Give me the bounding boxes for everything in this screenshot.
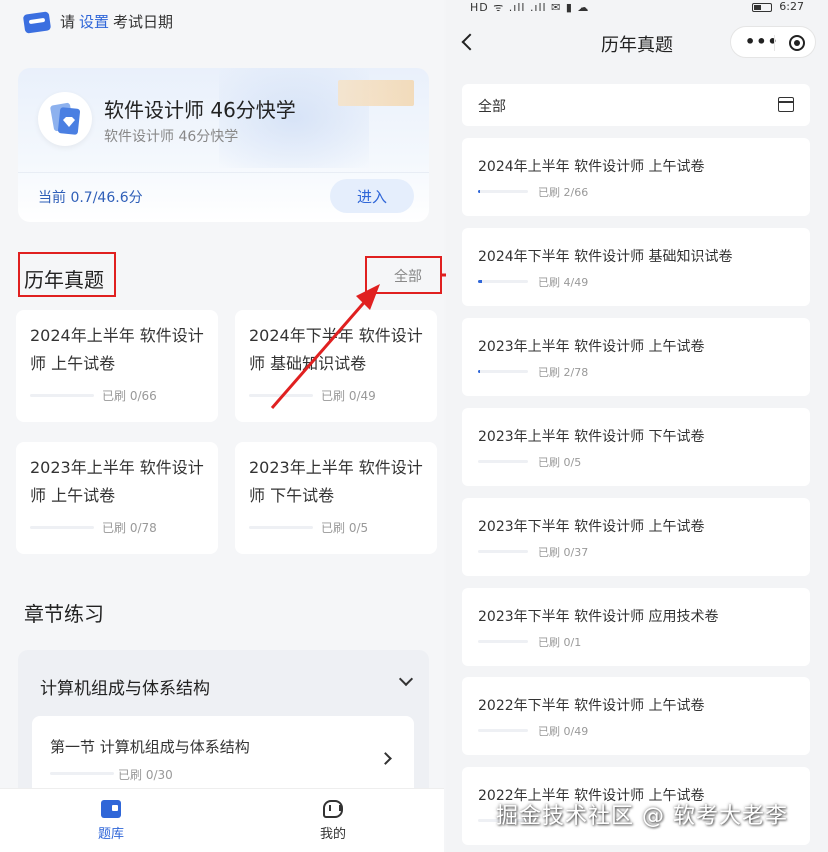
paper-title: 2023年下半年 软件设计师 应用技术卷	[478, 609, 719, 625]
paper-list-item[interactable]: 2023年上半年 软件设计师 下午试卷已刷 0/5	[462, 408, 810, 486]
paper-list-item[interactable]: 2023年下半年 软件设计师 应用技术卷已刷 0/1	[462, 588, 810, 666]
paper-list-item[interactable]: 2024年上半年 软件设计师 上午试卷已刷 2/66	[462, 138, 810, 216]
paper-count: 已刷 0/5	[538, 456, 582, 469]
paper-progress-bar	[249, 526, 313, 529]
chapter-group-title: 计算机组成与体系结构	[40, 679, 210, 699]
paper-list-item[interactable]: 2022年下半年 软件设计师 上午试卷已刷 0/49	[462, 677, 810, 755]
paper-progress-bar	[478, 190, 528, 193]
section-count: 已刷 0/30	[118, 768, 173, 782]
calendar-icon	[22, 10, 52, 34]
paper-count: 已刷 2/66	[538, 186, 589, 199]
paper-count: 已刷 2/78	[538, 366, 589, 379]
tab-label: 我的	[319, 827, 346, 842]
paper-count: 已刷 0/49	[538, 725, 589, 738]
calendar-icon[interactable]	[778, 97, 794, 112]
paper-title: 2023年上半年 软件设计师 下午试卷	[249, 458, 423, 505]
paper-list-item[interactable]: 2024年下半年 软件设计师 基础知识试卷已刷 4/49	[462, 228, 810, 306]
filter-label: 全部	[478, 99, 506, 115]
set-exam-date-link[interactable]: 设置	[79, 11, 109, 32]
progress-fill	[478, 280, 482, 283]
status-bar: HD ᯤ .ıll .ıll ✉ ▮ ☁ 6:27	[446, 0, 828, 16]
chevron-down-icon[interactable]	[398, 671, 414, 687]
course-card[interactable]: 软件设计师 46分快学 软件设计师 46分快学 当前 0.7/46.6分 进入	[18, 68, 429, 222]
paper-title: 2024年上半年 软件设计师 上午试卷	[30, 326, 204, 373]
paper-title: 2024年下半年 软件设计师 基础知识试卷	[478, 249, 733, 265]
close-target-icon[interactable]	[789, 35, 805, 51]
chapter-group[interactable]: 计算机组成与体系结构 第一节 计算机组成与体系结构 已刷 0/30	[18, 650, 429, 806]
question-bank-icon	[101, 800, 121, 818]
paper-list-item[interactable]: 2023年上半年 软件设计师 上午试卷已刷 2/78	[462, 318, 810, 396]
course-logo-icon	[38, 92, 92, 146]
paper-progress-bar	[478, 460, 528, 463]
paper-count: 已刷 0/78	[102, 521, 157, 535]
paper-progress-bar	[478, 370, 528, 373]
paper-title: 2023年上半年 软件设计师 上午试卷	[30, 458, 204, 505]
tab-mine[interactable]: 我的	[222, 789, 444, 852]
paper-count: 已刷 0/37	[538, 546, 589, 559]
nav-bar: 历年真题 •••	[446, 22, 828, 62]
paper-card[interactable]: 2024年上半年 软件设计师 上午试卷 已刷 0/66	[16, 310, 218, 422]
tab-label: 题库	[97, 827, 124, 842]
divider	[18, 172, 429, 173]
paper-title: 2023年下半年 软件设计师 上午试卷	[478, 519, 705, 535]
paper-progress-bar	[30, 394, 94, 397]
paper-card[interactable]: 2023年上半年 软件设计师 上午试卷 已刷 0/78	[16, 442, 218, 554]
exam-date-prompt: 请 设置 考试日期	[22, 10, 174, 34]
paper-progress-bar	[478, 550, 528, 553]
paper-count: 已刷 0/1	[538, 636, 582, 649]
paper-title: 2023年上半年 软件设计师 下午试卷	[478, 429, 705, 445]
status-icons: HD ᯤ .ıll .ıll ✉ ▮ ☁	[470, 1, 590, 14]
status-time: 6:27	[779, 0, 804, 13]
left-screenshot-panel: 请 设置 考试日期 软件设计师 46分快学 软件设计师 46分快学 当前 0.7…	[0, 0, 444, 852]
red-arrow-annotation	[270, 284, 380, 409]
paper-title: 2023年上半年 软件设计师 上午试卷	[478, 339, 705, 355]
paper-count: 已刷 4/49	[538, 276, 589, 289]
progress-fill	[478, 370, 480, 373]
paper-progress-bar	[478, 729, 528, 732]
paper-progress-bar	[30, 526, 94, 529]
paper-list-item[interactable]: 2023年下半年 软件设计师 上午试卷已刷 0/37	[462, 498, 810, 576]
miniprogram-capsule: •••	[730, 26, 816, 58]
tab-question-bank[interactable]: 题库	[0, 789, 222, 852]
filter-bar[interactable]: 全部	[462, 84, 810, 126]
enter-button[interactable]: 进入	[330, 179, 414, 213]
blurred-badge	[338, 80, 414, 106]
course-subtitle: 软件设计师 46分快学	[104, 129, 239, 145]
bottom-tabbar: 题库 我的	[0, 788, 444, 852]
section-title: 第一节 计算机组成与体系结构	[50, 738, 250, 756]
exam-prompt-prefix: 请	[60, 12, 76, 31]
paper-count: 已刷 0/66	[102, 389, 157, 403]
course-title: 软件设计师 46分快学	[104, 98, 296, 122]
paper-count: 已刷 0/5	[321, 521, 369, 535]
watermark-text: 掘金技术社区 @ 软考大老李	[496, 804, 788, 829]
chevron-right-icon	[379, 752, 392, 765]
battery-icon	[752, 3, 772, 12]
paper-progress-bar	[478, 280, 528, 283]
course-progress: 当前 0.7/46.6分	[38, 190, 143, 206]
profile-icon	[323, 800, 343, 818]
chapter-practice-title: 章节练习	[24, 602, 104, 626]
highlight-box-title	[18, 252, 116, 297]
paper-title: 2022年下半年 软件设计师 上午试卷	[478, 698, 705, 714]
paper-card[interactable]: 2023年上半年 软件设计师 下午试卷 已刷 0/5	[235, 442, 437, 554]
paper-progress-bar	[478, 640, 528, 643]
section-progress-bar	[50, 772, 114, 775]
right-screenshot-panel: HD ᯤ .ıll .ıll ✉ ▮ ☁ 6:27 历年真题 ••• 全部 20…	[446, 0, 828, 852]
exam-prompt-suffix: 考试日期	[113, 12, 174, 31]
arrow-shaft	[270, 297, 370, 409]
progress-fill	[478, 190, 480, 193]
paper-title: 2024年上半年 软件设计师 上午试卷	[478, 159, 705, 175]
